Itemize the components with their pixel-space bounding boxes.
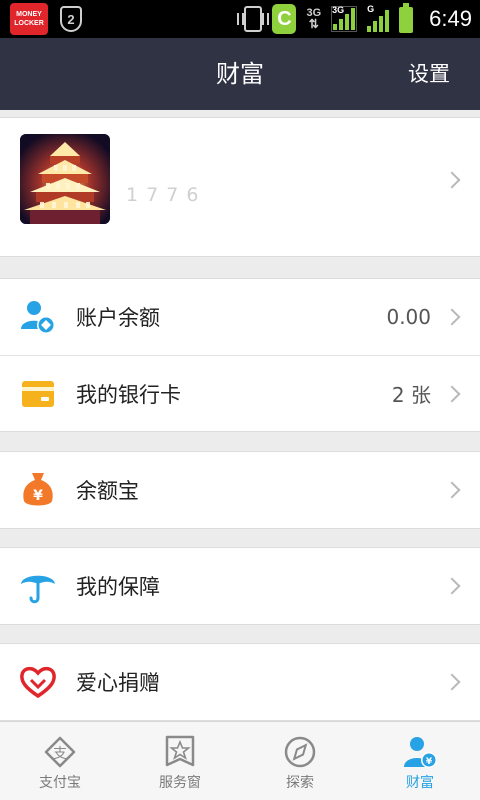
row-label: 我的保障 bbox=[76, 575, 160, 599]
avatar bbox=[20, 134, 110, 224]
tab-service[interactable]: 服务窗 bbox=[120, 722, 240, 800]
tab-label: 支付宝 bbox=[39, 775, 81, 791]
clock: 6:49 bbox=[429, 6, 472, 31]
status-bar: MONEY LOCKER 2 C 3G ⇅ 3G G 6:49 bbox=[0, 0, 480, 38]
avatar-tower-image bbox=[20, 134, 110, 224]
profile-card[interactable]: 1 7 7 6 bbox=[0, 117, 480, 257]
chevron-right-icon bbox=[443, 308, 461, 326]
signal-icon: G bbox=[367, 4, 390, 32]
svg-text:支: 支 bbox=[53, 746, 67, 762]
bank-card-icon bbox=[20, 374, 56, 414]
row-label: 我的银行卡 bbox=[76, 382, 181, 407]
yuebao-section: ¥ 余额宝 bbox=[0, 451, 480, 529]
row-yuebao[interactable]: ¥ 余额宝 bbox=[0, 452, 480, 528]
tab-explore[interactable]: 探索 bbox=[240, 722, 360, 800]
money-locker-text-2: LOCKER bbox=[14, 20, 44, 27]
shield-badge: 2 bbox=[67, 11, 75, 27]
tab-label: 财富 bbox=[406, 775, 434, 791]
svg-text:¥: ¥ bbox=[33, 488, 43, 504]
account-section: 账户余额 0.00 我的银行卡 2 张 bbox=[0, 278, 480, 432]
title-bar: 财富 设置 bbox=[0, 38, 480, 110]
money-locker-icon: MONEY LOCKER bbox=[10, 3, 48, 35]
tab-label: 探索 bbox=[286, 775, 314, 791]
settings-button[interactable]: 设置 bbox=[408, 38, 450, 110]
signal-icon: 3G bbox=[331, 5, 358, 32]
vibrate-icon bbox=[237, 6, 270, 32]
charity-section: 爱心捐赠 bbox=[0, 643, 480, 721]
user-balance-icon bbox=[20, 297, 56, 337]
c-app-letter: C bbox=[277, 7, 292, 30]
bank-card-count: 2 张 bbox=[391, 383, 431, 407]
row-bank-cards[interactable]: 我的银行卡 2 张 bbox=[0, 355, 480, 431]
data-transfer-icon: 3G ⇅ bbox=[306, 7, 322, 31]
chevron-right-icon bbox=[443, 577, 461, 595]
chevron-right-icon bbox=[443, 481, 461, 499]
balance-value: 0.00 bbox=[386, 305, 431, 329]
row-label: 爱心捐赠 bbox=[76, 671, 160, 695]
compass-icon bbox=[280, 734, 320, 770]
net-type-3: G bbox=[367, 4, 375, 14]
insurance-section: 我的保障 bbox=[0, 547, 480, 625]
shield-icon: 2 bbox=[60, 6, 82, 32]
row-insurance[interactable]: 我的保障 bbox=[0, 548, 480, 624]
net-type-2: 3G bbox=[332, 5, 345, 15]
row-label: 余额宝 bbox=[76, 479, 139, 503]
c-app-icon: C bbox=[272, 4, 297, 34]
chevron-right-icon bbox=[443, 171, 461, 189]
account-phone: 1 7 7 6 bbox=[126, 184, 200, 206]
alipay-icon: 支 bbox=[40, 734, 80, 770]
row-label: 账户余额 bbox=[76, 306, 160, 330]
svg-text:¥: ¥ bbox=[426, 757, 433, 767]
yuebao-bag-icon: ¥ bbox=[20, 470, 56, 510]
heart-icon bbox=[20, 662, 56, 702]
bottom-tab-bar: 支 支付宝 服务窗 探索 ¥ 财富 bbox=[0, 721, 480, 800]
tab-alipay[interactable]: 支 支付宝 bbox=[0, 722, 120, 800]
chevron-right-icon bbox=[443, 385, 461, 402]
umbrella-icon bbox=[20, 566, 56, 606]
tab-wealth[interactable]: ¥ 财富 bbox=[360, 722, 480, 800]
row-account-balance[interactable]: 账户余额 0.00 bbox=[0, 279, 480, 355]
chevron-right-icon bbox=[443, 673, 461, 691]
tab-label: 服务窗 bbox=[159, 775, 201, 791]
star-window-icon bbox=[160, 734, 200, 770]
money-locker-text-1: MONEY bbox=[16, 11, 42, 18]
battery-icon bbox=[399, 3, 414, 33]
row-charity[interactable]: 爱心捐赠 bbox=[0, 644, 480, 720]
wealth-user-icon: ¥ bbox=[400, 734, 440, 770]
